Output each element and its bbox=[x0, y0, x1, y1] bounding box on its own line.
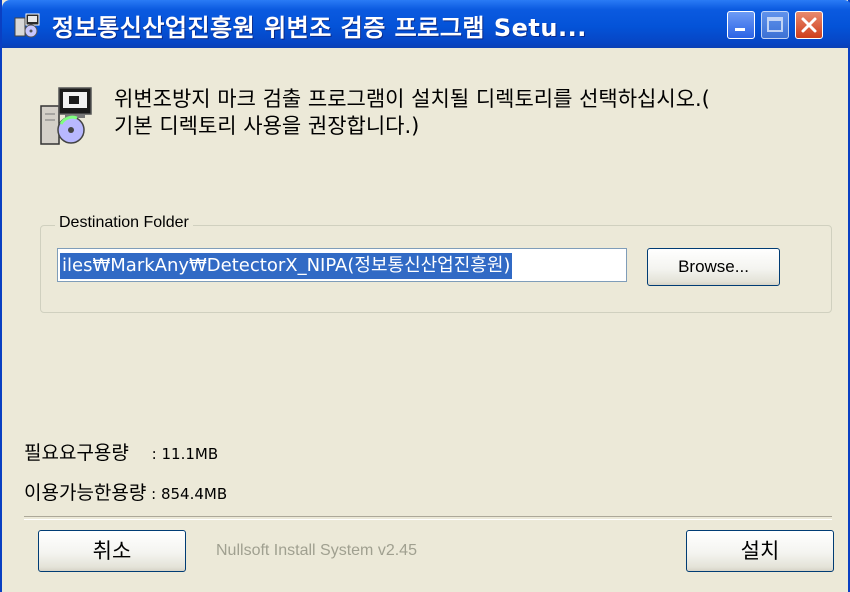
title-bar[interactable]: 정보통신산업진흥원 위변조 검증 프로그램 Setu... bbox=[2, 0, 850, 48]
cancel-button[interactable]: 취소 bbox=[38, 530, 186, 572]
installer-app-icon bbox=[14, 13, 40, 38]
destination-path-input[interactable]: iles₩MarkAny₩DetectorX_NIPA(정보통신산업진흥원) bbox=[57, 248, 627, 282]
minimize-button[interactable] bbox=[727, 11, 755, 39]
maximize-icon bbox=[767, 17, 783, 32]
space-available-row: 이용가능한용량 : 854.4MB bbox=[24, 478, 227, 505]
destination-group-label: Destination Folder bbox=[55, 214, 193, 232]
instruction-text: 위변조방지 마크 검출 프로그램이 설치될 디렉토리를 선택하십시오.( 기본 … bbox=[114, 86, 710, 140]
space-required-value: : 11.1MB bbox=[146, 445, 219, 463]
nsis-branding: Nullsoft Install System v2.45 bbox=[216, 542, 417, 559]
destination-path-text: iles₩MarkAny₩DetectorX_NIPA(정보통신산업진흥원) bbox=[60, 253, 513, 279]
space-available-value: : 854.4MB bbox=[146, 485, 228, 503]
maximize-button[interactable] bbox=[761, 11, 789, 39]
close-icon bbox=[801, 17, 817, 33]
window-title: 정보통신산업진흥원 위변조 검증 프로그램 Setu... bbox=[52, 14, 587, 42]
instruction-line-2: 기본 디렉토리 사용을 권장합니다.) bbox=[114, 114, 420, 138]
space-required-row: 필요요구용량 : 11.1MB bbox=[24, 438, 218, 465]
install-button[interactable]: 설치 bbox=[686, 530, 834, 572]
instruction-line-1: 위변조방지 마크 검출 프로그램이 설치될 디렉토리를 선택하십시오.( bbox=[114, 87, 710, 111]
space-required-label: 필요요구용량 bbox=[24, 442, 129, 464]
minimize-icon bbox=[735, 28, 745, 31]
browse-button[interactable]: Browse... bbox=[647, 248, 780, 286]
space-available-label: 이용가능한용량 bbox=[24, 482, 147, 504]
installer-window: 정보통신산업진흥원 위변조 검증 프로그램 Setu... 위변조방지 마크 검… bbox=[0, 0, 850, 592]
close-button[interactable] bbox=[795, 11, 823, 39]
footer-separator bbox=[24, 516, 832, 520]
setup-cd-icon bbox=[40, 87, 92, 145]
